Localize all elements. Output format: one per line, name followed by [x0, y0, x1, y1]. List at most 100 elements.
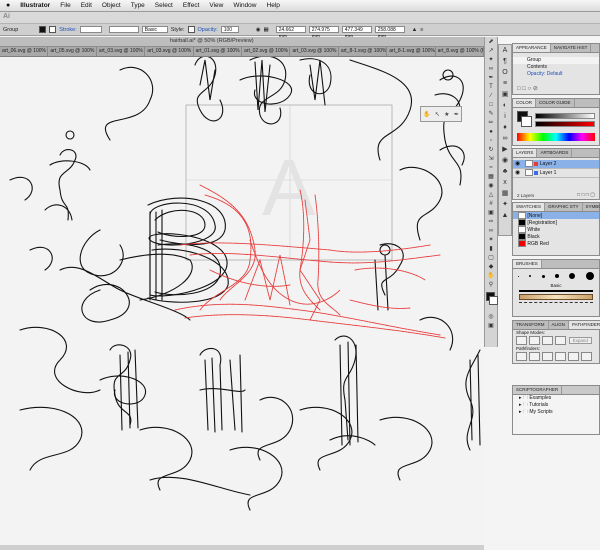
menu-file[interactable]: File [55, 2, 75, 9]
eyedropper-tool-icon[interactable]: ✑ [486, 218, 496, 226]
trim-button[interactable] [529, 352, 540, 361]
rectangle-tool-icon[interactable]: □ [486, 101, 496, 109]
brush-pattern-preview[interactable] [519, 302, 593, 306]
tab-swatches[interactable]: SWATCHES [513, 203, 546, 211]
brush-tip[interactable] [585, 272, 594, 280]
menu-type[interactable]: Type [126, 2, 150, 9]
pen-tool-icon[interactable]: ✒ [486, 74, 496, 82]
lasso-tool-icon[interactable]: ∞ [486, 65, 496, 73]
menu-select[interactable]: Select [150, 2, 178, 9]
gray-slider[interactable] [535, 113, 595, 119]
swatch-row[interactable]: [None] [513, 212, 599, 219]
column-graph-tool-icon[interactable]: ▮ [486, 245, 496, 253]
fill-stroke-control[interactable] [485, 292, 498, 312]
stroke-color-icon[interactable] [489, 296, 498, 305]
disclosure-triangle-icon[interactable]: ▸ [519, 402, 522, 408]
brush-tip[interactable] [518, 275, 520, 277]
tab-pathfinder[interactable]: PATHFINDER [569, 321, 600, 329]
document-tab[interactable]: art_01.svg @ 100% (RGB/Pre... [194, 47, 243, 56]
visibility-eye-icon[interactable]: ◉ [515, 169, 520, 177]
fill-swatch[interactable] [39, 26, 47, 33]
appearance-group-row[interactable]: Group [513, 57, 599, 64]
y-position-field[interactable]: 274.975 mm [308, 26, 339, 40]
document-info-panel-icon[interactable]: ▦ [499, 188, 511, 199]
swatch-row[interactable]: RGB Red [513, 240, 599, 247]
warp-tool-icon[interactable]: ≈ [486, 164, 496, 172]
align-icon[interactable]: ▦ [264, 27, 269, 33]
outline-button[interactable] [568, 352, 579, 361]
tab-symbols[interactable]: SYMBOLS [583, 203, 600, 211]
glyphs-panel-icon[interactable]: ♦ [499, 122, 511, 133]
color-spectrum[interactable] [517, 133, 595, 141]
character-panel-icon[interactable]: A [499, 45, 511, 56]
document-tab[interactable]: art_05.svg @ 100% (RGB/Pre... [48, 47, 97, 56]
stroke-swatch[interactable] [49, 26, 57, 33]
paragraph-panel-icon[interactable]: ¶ [499, 56, 511, 67]
height-field[interactable]: 258.088 mm [374, 26, 405, 40]
tab-graphic-styles[interactable]: GRAPHIC STY [545, 203, 583, 211]
screen-mode-icon[interactable]: ▣ [486, 322, 496, 330]
app-menu[interactable]: Illustrator [15, 2, 55, 9]
document-tab[interactable]: art_03.svg @ 100% (RGB/Pre... [97, 47, 146, 56]
expand-button[interactable]: Expand [568, 337, 592, 345]
menu-edit[interactable]: Edit [76, 2, 97, 9]
appearance-opacity-row[interactable]: Opacity: Default [513, 71, 599, 78]
magic-wand-panel-icon[interactable]: ✦ [499, 199, 511, 210]
scale-tool-icon[interactable]: ⇲ [486, 155, 496, 163]
menu-window[interactable]: Window [228, 2, 261, 9]
paintbrush-tool-icon[interactable]: ✎ [486, 110, 496, 118]
transparency-panel-icon[interactable]: ◐ [499, 100, 511, 111]
actions-panel-icon[interactable]: ▶ [499, 144, 511, 155]
eraser-tool-icon[interactable]: ▫ [486, 137, 496, 145]
tab-color-guide[interactable]: COLOR GUIDE [536, 99, 575, 107]
shape-builder-tool-icon[interactable]: ◉ [486, 182, 496, 190]
symbols-panel-icon[interactable]: ♣ [499, 166, 511, 177]
script-folder-item[interactable]: ▸ 🗀 My Scripts [513, 409, 599, 416]
magic-wand-tool-icon[interactable]: ✦ [486, 56, 496, 64]
free-transform-tool-icon[interactable]: ▦ [486, 173, 496, 181]
layer-row[interactable]: ◉ Layer 2 [513, 160, 599, 169]
minus-back-button[interactable] [581, 352, 592, 361]
pencil-tool-icon[interactable]: ✏ [486, 119, 496, 127]
brush-tip[interactable] [555, 274, 560, 278]
tab-brushes[interactable]: BRUSHES [513, 260, 542, 268]
rotate-tool-icon[interactable]: ↻ [486, 146, 496, 154]
graphic-style-swatch[interactable] [187, 26, 195, 33]
merge-button[interactable] [542, 352, 553, 361]
tab-transform[interactable]: TRANSFORM [513, 321, 549, 329]
divide-button[interactable] [516, 352, 527, 361]
brush-tip[interactable] [541, 274, 545, 278]
variables-panel-icon[interactable]: x [499, 177, 511, 188]
direct-selection-tool-icon[interactable]: ↗ [486, 47, 496, 55]
opacity-field[interactable]: 100 [220, 26, 239, 33]
stroke-weight-field[interactable] [79, 26, 102, 33]
exclude-button[interactable] [555, 336, 566, 345]
pen-tool-icon[interactable]: ✒ [454, 111, 459, 118]
document-tab[interactable]: art_8.svg @ 100% (RGB/Pre... [436, 47, 485, 56]
visibility-eye-icon[interactable]: ◉ [515, 160, 520, 168]
document-tab[interactable]: art_03.svg @ 100% (RGB/Pre... [290, 47, 339, 56]
artboard-canvas[interactable]: A [0, 57, 484, 550]
document-tab[interactable]: art_8-1.svg @ 100% (RGB/Pre... [339, 47, 388, 56]
menu-object[interactable]: Object [97, 2, 126, 9]
tab-navigate-history[interactable]: NAVIGATE HIST [551, 44, 592, 52]
panel-menu-icon[interactable]: ≡ [420, 27, 423, 33]
hand-tool-icon[interactable]: ✋ [486, 272, 496, 280]
disclosure-triangle-icon[interactable]: ▸ [519, 409, 522, 415]
document-tab[interactable]: art_8-1.svg @ 100% (RGB/Pre... [387, 47, 436, 56]
gradient-panel-icon[interactable]: ▣ [499, 89, 511, 100]
color-stroke-icon[interactable] [521, 116, 532, 127]
crop-button[interactable] [555, 352, 566, 361]
intersect-button[interactable] [542, 336, 553, 345]
line-tool-icon[interactable]: ∕ [486, 92, 496, 100]
minus-front-button[interactable] [529, 336, 540, 345]
appearance-contents-row[interactable]: Contents [513, 64, 599, 71]
info-panel-icon[interactable]: i [499, 111, 511, 122]
hand-tool-icon[interactable]: ✋ [423, 111, 430, 118]
gradient-tool-icon[interactable]: ▣ [486, 209, 496, 217]
tab-artboards[interactable]: ARTBOARDS [537, 149, 573, 157]
swatch-row[interactable]: White [513, 226, 599, 233]
tab-appearance[interactable]: APPEARANCE [513, 44, 551, 52]
script-folder-item[interactable]: ▸ 🗀 Examples [513, 395, 599, 402]
artboard-tool-icon[interactable]: ▢ [486, 254, 496, 262]
